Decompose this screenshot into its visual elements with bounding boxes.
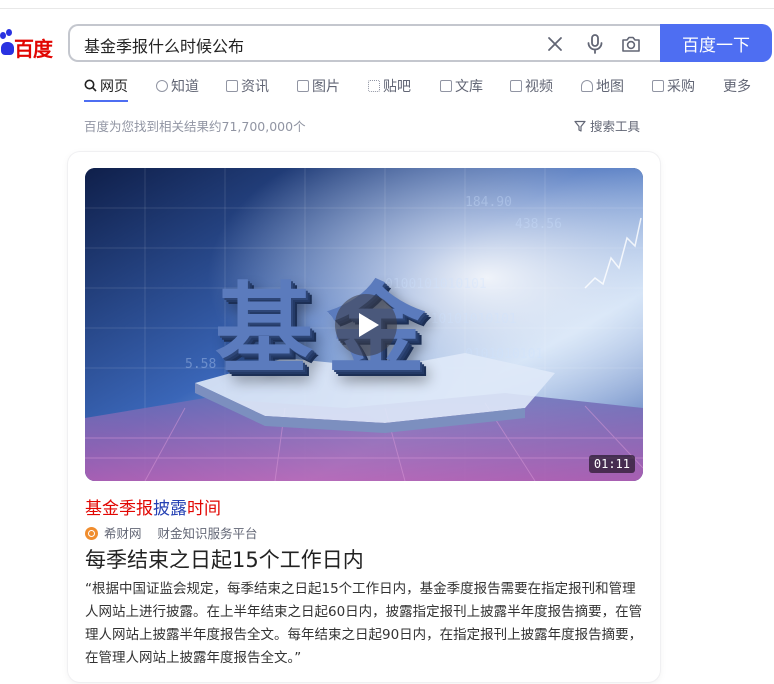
tab-more[interactable]: 更多 xyxy=(723,76,751,96)
video-icon xyxy=(510,80,522,92)
search-box[interactable] xyxy=(68,24,660,62)
tab-video[interactable]: 视频 xyxy=(510,76,553,96)
logo-text: 百度 xyxy=(14,37,53,61)
thumbnail-caption: 基金 xyxy=(215,273,440,387)
news-icon xyxy=(226,80,238,92)
document-icon xyxy=(440,80,452,92)
tab-zhidao[interactable]: 知道 xyxy=(156,76,199,96)
tab-map[interactable]: 地图 xyxy=(581,76,624,96)
result-count: 百度为您找到相关结果约71,700,000个 xyxy=(84,119,306,134)
microphone-icon[interactable] xyxy=(584,33,606,55)
tab-tieba[interactable]: 贴吧 xyxy=(368,76,411,96)
video-duration: 01:11 xyxy=(588,455,635,473)
answer-headline: 每季结束之日起15个工作日内 xyxy=(85,548,364,572)
video-thumbnail[interactable]: 184.90 438.56 0100101010101 101010101010… xyxy=(85,168,643,481)
tab-news[interactable]: 资讯 xyxy=(226,76,269,96)
camera-icon[interactable] xyxy=(620,33,642,55)
shop-icon xyxy=(652,80,664,92)
svg-text:438.56: 438.56 xyxy=(515,217,562,232)
baidu-logo[interactable]: 百度 xyxy=(0,28,60,62)
site-logo-icon xyxy=(85,527,98,540)
tab-shop[interactable]: 采购 xyxy=(652,76,695,96)
close-icon[interactable] xyxy=(544,33,566,55)
active-tab-indicator xyxy=(84,100,128,102)
source-description: 财金知识服务平台 xyxy=(157,526,258,541)
top-border xyxy=(0,0,774,9)
search-tools-button[interactable]: 搜索工具 xyxy=(574,116,640,135)
source-name[interactable]: 希财网 xyxy=(104,526,142,541)
result-source: 希财网 财金知识服务平台 xyxy=(85,523,258,542)
question-icon xyxy=(156,80,168,92)
search-input[interactable] xyxy=(82,32,526,58)
svg-text:5.58: 5.58 xyxy=(185,357,216,372)
result-title-link[interactable]: 基金季报披露时间 xyxy=(85,494,221,519)
tab-images[interactable]: 图片 xyxy=(297,76,340,96)
filter-icon xyxy=(574,120,586,132)
svg-text:184.90: 184.90 xyxy=(465,195,512,210)
image-icon xyxy=(297,80,309,92)
tab-wenku[interactable]: 文库 xyxy=(440,76,483,96)
tieba-icon xyxy=(368,80,380,92)
answer-snippet: “根据中国证监会规定，每季结束之日起15个工作日内，基金季度报告需要在指定报刊和… xyxy=(85,581,643,666)
map-icon xyxy=(581,80,593,92)
tab-web[interactable]: 网页 xyxy=(84,76,128,96)
play-icon[interactable] xyxy=(335,294,397,356)
search-icon xyxy=(84,79,97,92)
search-button[interactable]: 百度一下 xyxy=(660,24,772,62)
